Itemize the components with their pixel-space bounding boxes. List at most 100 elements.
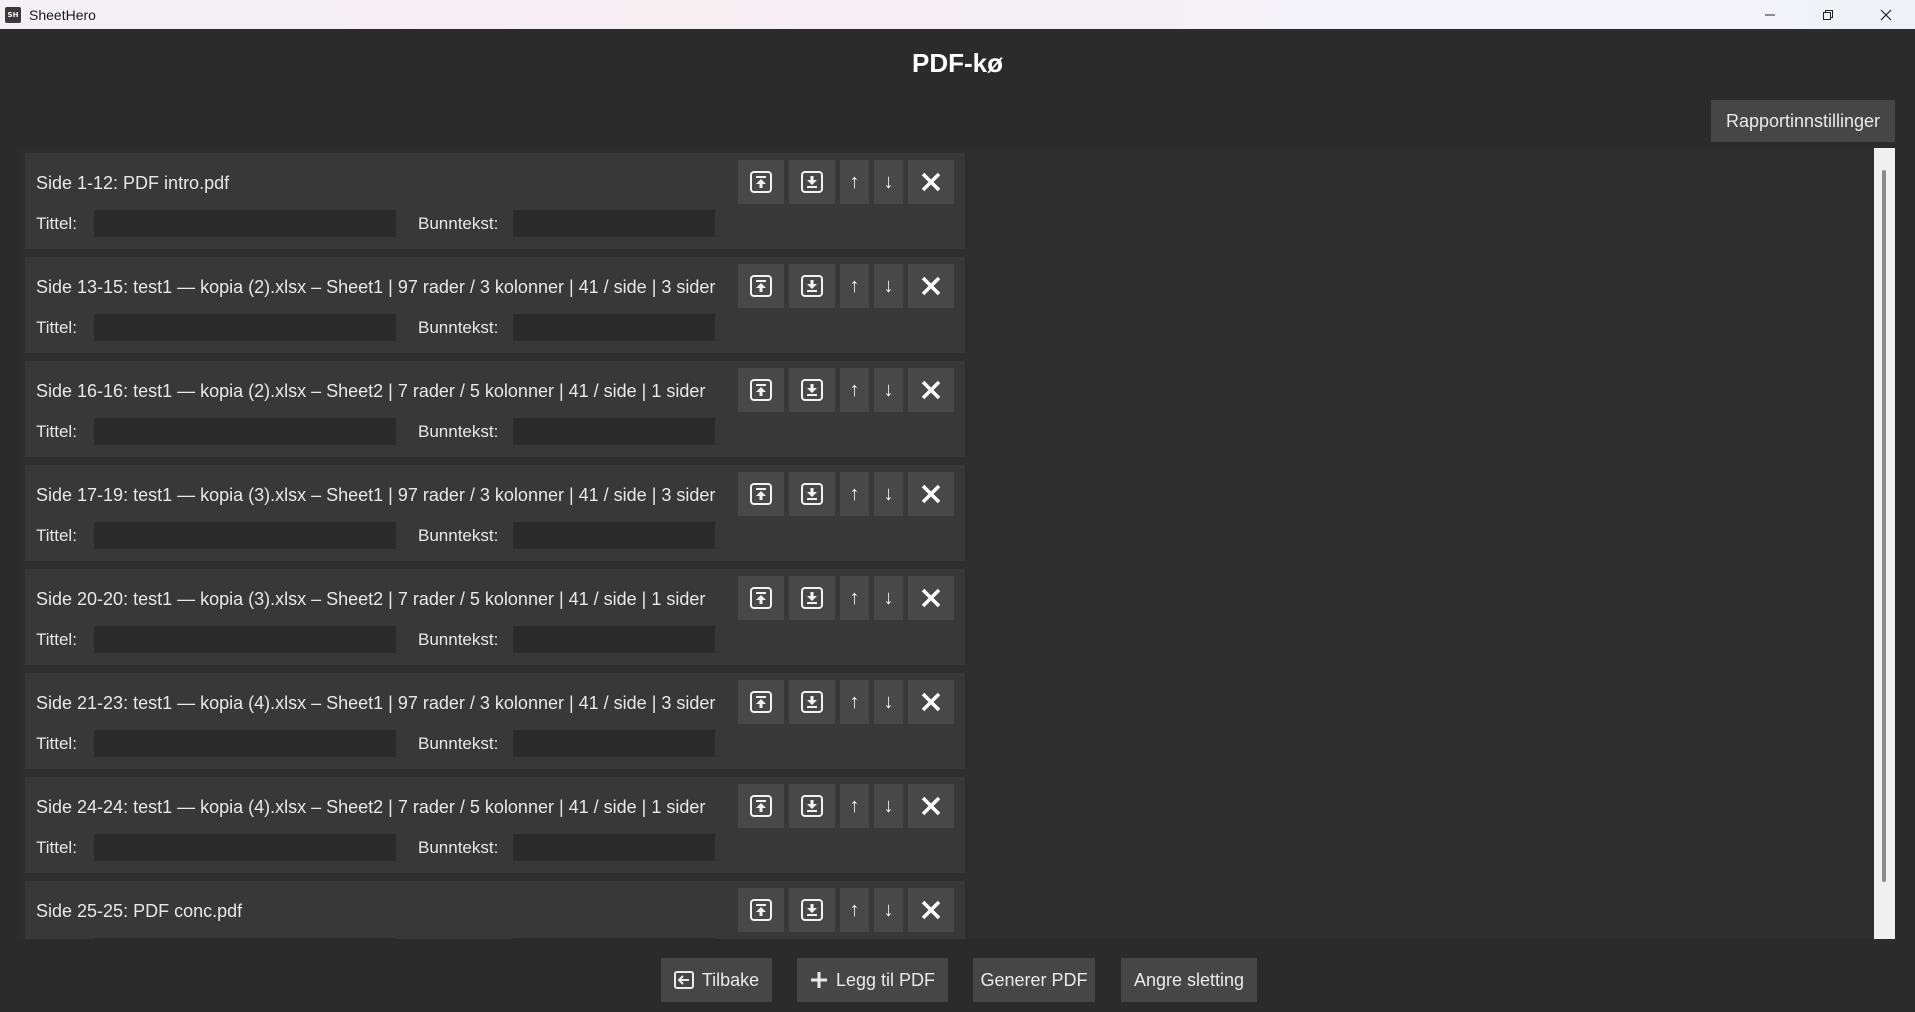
title-input[interactable]	[94, 834, 396, 861]
move-to-top-button[interactable]	[738, 784, 784, 828]
move-down-button[interactable]: ↓	[874, 680, 903, 724]
remove-item-button[interactable]	[908, 680, 954, 724]
move-to-top-button[interactable]	[738, 576, 784, 620]
move-to-top-button[interactable]	[738, 472, 784, 516]
move-to-bottom-button[interactable]	[789, 264, 835, 308]
move-to-top-button[interactable]	[738, 888, 784, 932]
footer-input[interactable]	[513, 938, 715, 939]
move-down-button[interactable]: ↓	[874, 368, 903, 412]
title-field-label: Tittel:	[36, 630, 77, 649]
queue-item: Side 16-16: test1 — kopia (2).xlsx – She…	[25, 361, 965, 457]
minimize-button[interactable]	[1741, 0, 1799, 29]
move-up-button[interactable]: ↑	[840, 888, 869, 932]
remove-item-button[interactable]	[908, 576, 954, 620]
queue-item: Side 21-23: test1 — kopia (4).xlsx – She…	[25, 673, 965, 769]
move-up-button[interactable]: ↑	[840, 368, 869, 412]
report-settings-button[interactable]: Rapportinnstillinger	[1711, 100, 1895, 142]
move-to-bottom-button[interactable]	[789, 680, 835, 724]
footer-field-label: Bunntekst:	[418, 422, 499, 441]
page-title: PDF-kø	[912, 48, 1003, 78]
restore-button[interactable]	[1799, 0, 1857, 29]
move-up-button[interactable]: ↑	[840, 784, 869, 828]
footer-input[interactable]	[513, 834, 715, 861]
scrollbar[interactable]	[1874, 148, 1895, 939]
app-logo-icon: SH	[5, 6, 21, 23]
move-to-bottom-icon	[801, 379, 823, 401]
queue-item: Side 17-19: test1 — kopia (3).xlsx – She…	[25, 465, 965, 561]
move-up-button[interactable]: ↑	[840, 160, 869, 204]
move-to-top-icon	[750, 899, 772, 921]
back-arrow-icon	[673, 971, 694, 989]
undo-delete-button[interactable]: Angre sletting	[1121, 958, 1257, 1002]
footer-input[interactable]	[513, 626, 715, 653]
title-input[interactable]	[94, 314, 396, 341]
close-icon	[1880, 9, 1892, 20]
title-input[interactable]	[94, 626, 396, 653]
move-to-bottom-button[interactable]	[789, 368, 835, 412]
remove-item-button[interactable]	[908, 888, 954, 932]
move-to-top-button[interactable]	[738, 264, 784, 308]
move-up-button[interactable]: ↑	[840, 576, 869, 620]
queue-item-label: Side 21-23: test1 — kopia (4).xlsx – She…	[36, 693, 716, 713]
title-input[interactable]	[94, 418, 396, 445]
generate-pdf-button[interactable]: Generer PDF	[973, 958, 1095, 1002]
move-to-bottom-icon	[801, 275, 823, 297]
footer-input[interactable]	[513, 418, 715, 445]
move-to-top-icon	[750, 275, 772, 297]
move-down-button[interactable]: ↓	[874, 784, 903, 828]
scrollbar-thumb[interactable]	[1882, 170, 1886, 882]
move-down-button[interactable]: ↓	[874, 576, 903, 620]
footer-field-label: Bunntekst:	[418, 526, 499, 545]
remove-item-button[interactable]	[908, 472, 954, 516]
move-to-bottom-button[interactable]	[789, 160, 835, 204]
close-window-button[interactable]	[1857, 0, 1915, 29]
close-icon	[920, 171, 942, 193]
queue-item: Side 13-15: test1 — kopia (2).xlsx – She…	[25, 257, 965, 353]
remove-item-button[interactable]	[908, 368, 954, 412]
move-down-button[interactable]: ↓	[874, 472, 903, 516]
footer-input[interactable]	[513, 522, 715, 549]
title-input[interactable]	[94, 938, 396, 939]
footer-input[interactable]	[513, 314, 715, 341]
remove-item-button[interactable]	[908, 784, 954, 828]
move-down-button[interactable]: ↓	[874, 160, 903, 204]
back-button[interactable]: Tilbake	[661, 958, 772, 1002]
move-to-top-icon	[750, 587, 772, 609]
move-to-bottom-icon	[801, 899, 823, 921]
remove-item-button[interactable]	[908, 160, 954, 204]
move-up-button[interactable]: ↑	[840, 472, 869, 516]
footer-field-label: Bunntekst:	[418, 734, 499, 753]
move-down-button[interactable]: ↓	[874, 888, 903, 932]
footer-field-label: Bunntekst:	[418, 630, 499, 649]
move-to-top-button[interactable]	[738, 368, 784, 412]
pdf-queue-list[interactable]: Side 1-12: PDF intro.pdf ↑ ↓ Tittel: Bunntek…	[20, 148, 1894, 939]
add-pdf-button[interactable]: Legg til PDF	[797, 958, 948, 1002]
move-to-bottom-icon	[801, 171, 823, 193]
title-field-label: Tittel:	[36, 318, 77, 337]
move-to-bottom-button[interactable]	[789, 888, 835, 932]
add-pdf-button-label: Legg til PDF	[835, 969, 936, 990]
move-to-bottom-button[interactable]	[789, 576, 835, 620]
remove-item-button[interactable]	[908, 264, 954, 308]
footer-input[interactable]	[513, 210, 715, 237]
move-up-button[interactable]: ↑	[840, 264, 869, 308]
title-input[interactable]	[94, 730, 396, 757]
move-up-button[interactable]: ↑	[840, 680, 869, 724]
move-to-top-button[interactable]	[738, 160, 784, 204]
move-to-top-button[interactable]	[738, 680, 784, 724]
move-to-bottom-icon	[801, 795, 823, 817]
close-icon	[920, 899, 942, 921]
move-to-bottom-button[interactable]	[789, 784, 835, 828]
close-icon	[920, 379, 942, 401]
move-to-top-icon	[750, 379, 772, 401]
close-icon	[920, 483, 942, 505]
move-to-bottom-button[interactable]	[789, 472, 835, 516]
title-input[interactable]	[94, 522, 396, 549]
footer-input[interactable]	[513, 730, 715, 757]
close-icon	[920, 587, 942, 609]
queue-item-label: Side 16-16: test1 — kopia (2).xlsx – She…	[36, 381, 706, 401]
title-input[interactable]	[94, 210, 396, 237]
queue-item-label: Side 17-19: test1 — kopia (3).xlsx – She…	[36, 485, 716, 505]
move-down-button[interactable]: ↓	[874, 264, 903, 308]
close-icon	[920, 691, 942, 713]
